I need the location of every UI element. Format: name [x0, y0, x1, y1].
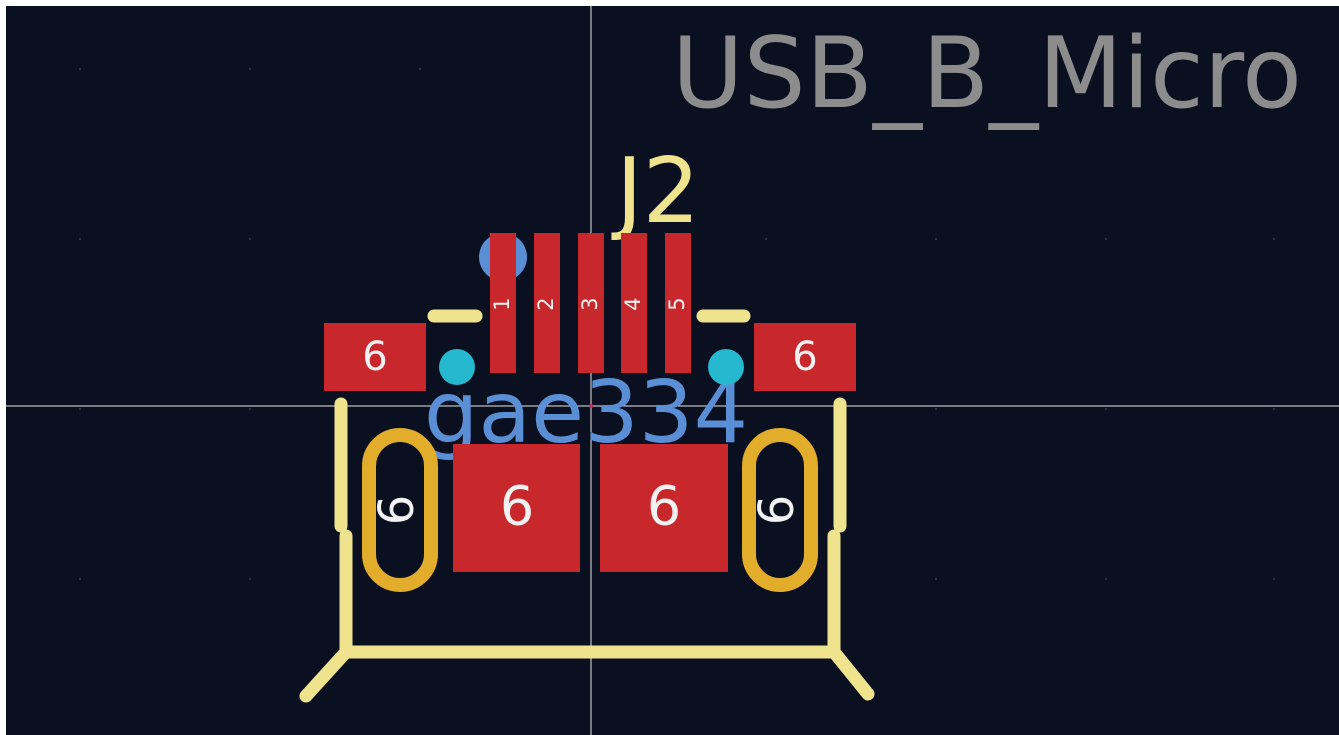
via-left [439, 349, 475, 385]
pad-6-center-right-label: 6 [647, 475, 681, 538]
pad-1-label: 1 [490, 297, 514, 310]
footprint-anchor [589, 404, 593, 408]
pad-6-right-tab[interactable]: 6 [754, 323, 856, 391]
pad-5-label: 5 [665, 297, 689, 310]
pad-4-label: 4 [621, 297, 645, 310]
pad-6-center-left[interactable]: 6 [453, 444, 580, 572]
pad-5[interactable]: 5 [665, 233, 691, 373]
pad-6-left-slot[interactable]: 6 [362, 428, 438, 592]
pad-6-center-right[interactable]: 6 [600, 444, 728, 572]
footprint-value-text[interactable]: USB_B_Micro [672, 17, 1302, 131]
pad-6-right-tab-label: 6 [792, 334, 817, 380]
via-right [708, 349, 744, 385]
pad-4[interactable]: 4 [621, 233, 647, 373]
pad-2-label: 2 [534, 297, 558, 310]
pad-6-right-slot[interactable]: 6 [742, 428, 818, 592]
pad-6-left-tab-label: 6 [362, 334, 387, 380]
pcb-canvas[interactable]: USB_B_Micro gae334 J2 1 2 3 4 5 6 6 6 6 … [6, 6, 1339, 735]
pad-6-left-tab[interactable]: 6 [324, 323, 426, 391]
pad-1[interactable]: 1 [490, 233, 516, 373]
pad-3-label: 3 [578, 297, 602, 310]
pad-2[interactable]: 2 [534, 233, 560, 373]
pad-6-center-left-label: 6 [500, 475, 534, 538]
footprint-reference-text[interactable]: J2 [611, 139, 700, 244]
pad-3[interactable]: 3 [578, 233, 604, 373]
pad-6-left-slot-label: 6 [369, 495, 425, 526]
pad-6-right-slot-label: 6 [749, 495, 805, 526]
footprint-view: USB_B_Micro gae334 J2 1 2 3 4 5 6 6 6 6 … [6, 6, 1339, 735]
